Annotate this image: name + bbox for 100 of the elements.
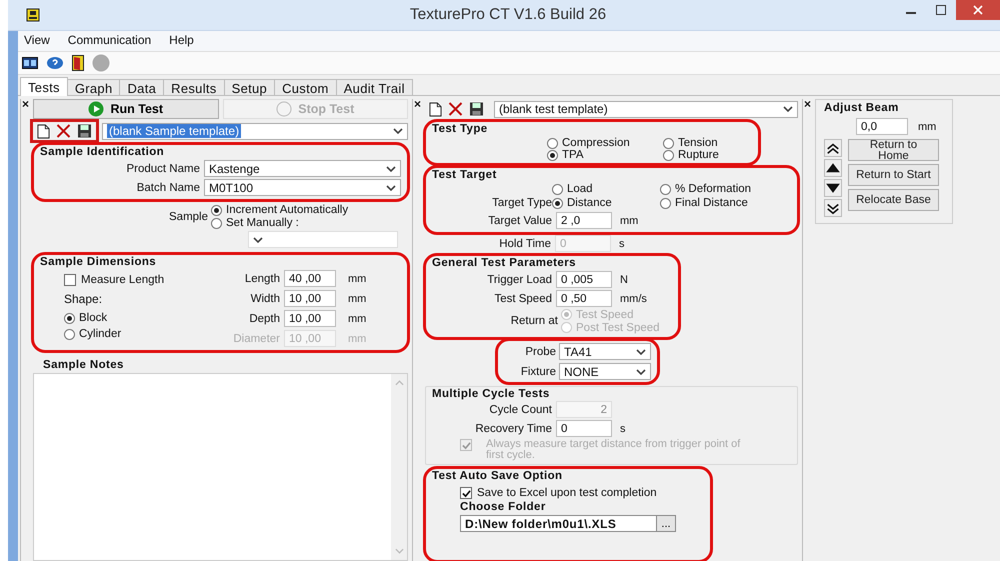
unit-label: mm [348,292,368,304]
dropdown[interactable]: NONE [559,363,651,380]
radio-button[interactable]: Final Distance [660,197,791,209]
radio-button[interactable]: Distance [552,197,660,209]
dropdown-caret-icon [253,236,263,242]
unit-label: mm [620,214,638,226]
app-icon [26,8,40,22]
radio-button[interactable]: % Deformation [660,183,791,195]
unit-label: mm [348,332,368,344]
dropdown-caret-icon [636,368,646,374]
folder-path-field[interactable]: D:\New folder\m0u1\.XLS [460,515,656,532]
beam-button[interactable]: Return to Home [848,139,939,161]
unit-label: mm [918,120,936,132]
field-label: Hold Time [498,238,551,250]
new-document-icon[interactable] [37,124,50,138]
field-label: Target Type [491,197,552,209]
radio-button[interactable]: Tension [663,137,753,149]
tab[interactable]: Tests [20,77,68,96]
template-dropdown[interactable]: (blank test template) [494,100,798,118]
radio-button[interactable]: Load [552,183,660,195]
close-icon[interactable] [956,0,1000,20]
field-label: Fixture [520,366,556,378]
group-title: Test Auto Save Option [432,470,562,482]
checkbox[interactable]: Save to Excel upon test completion [460,487,657,499]
double-down-button[interactable] [824,199,842,217]
pane-close-icon[interactable]: × [22,97,30,111]
save-icon[interactable] [77,124,92,138]
unit-label: N [620,274,628,286]
field-label: Target Value [487,214,552,226]
menu-item[interactable]: Communication [68,33,152,49]
tab[interactable]: Results [163,79,225,95]
radio-button[interactable]: Rupture [663,149,753,161]
field-label: Length [244,272,280,284]
tab[interactable]: Data [119,79,164,95]
down-button[interactable] [824,179,842,197]
help-icon[interactable] [46,56,64,70]
dropdown[interactable]: M0T100 [204,179,401,196]
tab[interactable]: Setup [224,79,276,95]
tab[interactable]: Graph [66,79,120,95]
checkbox[interactable]: Measure Length [64,274,190,286]
radio-button[interactable]: Set Manually : [211,217,408,229]
menu-item[interactable]: Help [169,33,194,49]
radio-button[interactable]: Increment Automatically [211,204,408,216]
checkmark-icon [462,488,470,498]
field-label: Depth [248,312,280,324]
field-label: Shape: [64,292,104,306]
dropdown[interactable]: TA41 [559,343,651,360]
menu-item[interactable]: View [24,33,50,49]
tab[interactable]: Audit Trail [336,79,413,95]
beam-button[interactable]: Return to Start [848,164,939,186]
delete-icon[interactable] [56,124,71,138]
double-up-button[interactable] [824,139,842,157]
field-label: Recovery Time [474,422,552,434]
dropdown-caret-icon [386,166,396,172]
number-field[interactable]: 10 ,00 [284,290,336,307]
delete-icon[interactable] [448,102,463,116]
group-title: Test Type [432,123,488,135]
position-field[interactable]: 0,0 [856,118,908,135]
group-title: Sample Identification [40,146,164,158]
tab[interactable]: Custom [274,79,337,95]
new-document-icon[interactable] [429,102,442,116]
group-title: Sample Notes [43,359,125,371]
dropdown[interactable]: Kastenge [204,160,401,177]
pane-close-icon[interactable]: × [414,97,422,111]
field-label: Return at [510,315,558,327]
radio-button[interactable]: Cylinder [64,328,190,340]
notes-field[interactable] [33,373,408,561]
field-label: Batch Name [136,182,200,194]
radio-button[interactable]: TPA [547,149,655,161]
unit-label: s [619,238,624,250]
number-field[interactable]: 0 ,50 [556,290,612,307]
pane-close-icon[interactable]: × [804,97,812,111]
number-field[interactable]: 0 [556,420,612,437]
unit-label: s [620,422,626,434]
circle-icon [276,101,292,117]
beam-button[interactable]: Relocate Base [848,189,939,211]
play-icon [88,101,104,117]
hardware-icon[interactable] [22,57,38,69]
checkmark-icon [462,440,470,450]
template-dropdown[interactable]: (blank Sample template) [102,122,408,140]
unit-label: mm [348,312,368,324]
up-button[interactable] [824,159,842,177]
radio-button[interactable]: Block [64,312,190,324]
radio-button[interactable]: Compression [547,137,655,149]
number-field[interactable]: 40 ,00 [284,270,336,287]
field-label: Sample [168,210,208,222]
number-field[interactable]: 0 ,005 [556,271,612,288]
exit-door-icon[interactable] [72,55,84,71]
dropdown-caret-icon [393,128,403,134]
field-label: Choose Folder [460,501,547,513]
browse-button[interactable]: ... [656,515,676,532]
field-label: Cycle Count [488,404,552,416]
save-icon[interactable] [469,102,484,116]
field-label: Width [250,292,280,304]
group-title: Multiple Cycle Tests [432,388,550,400]
number-field[interactable]: 2 ,0 [556,212,612,229]
run-test-button[interactable]: Run Test [33,99,218,119]
dropdown-caret-icon [783,106,793,112]
unit-label: mm [348,272,368,284]
number-field[interactable]: 10 ,00 [284,310,336,327]
